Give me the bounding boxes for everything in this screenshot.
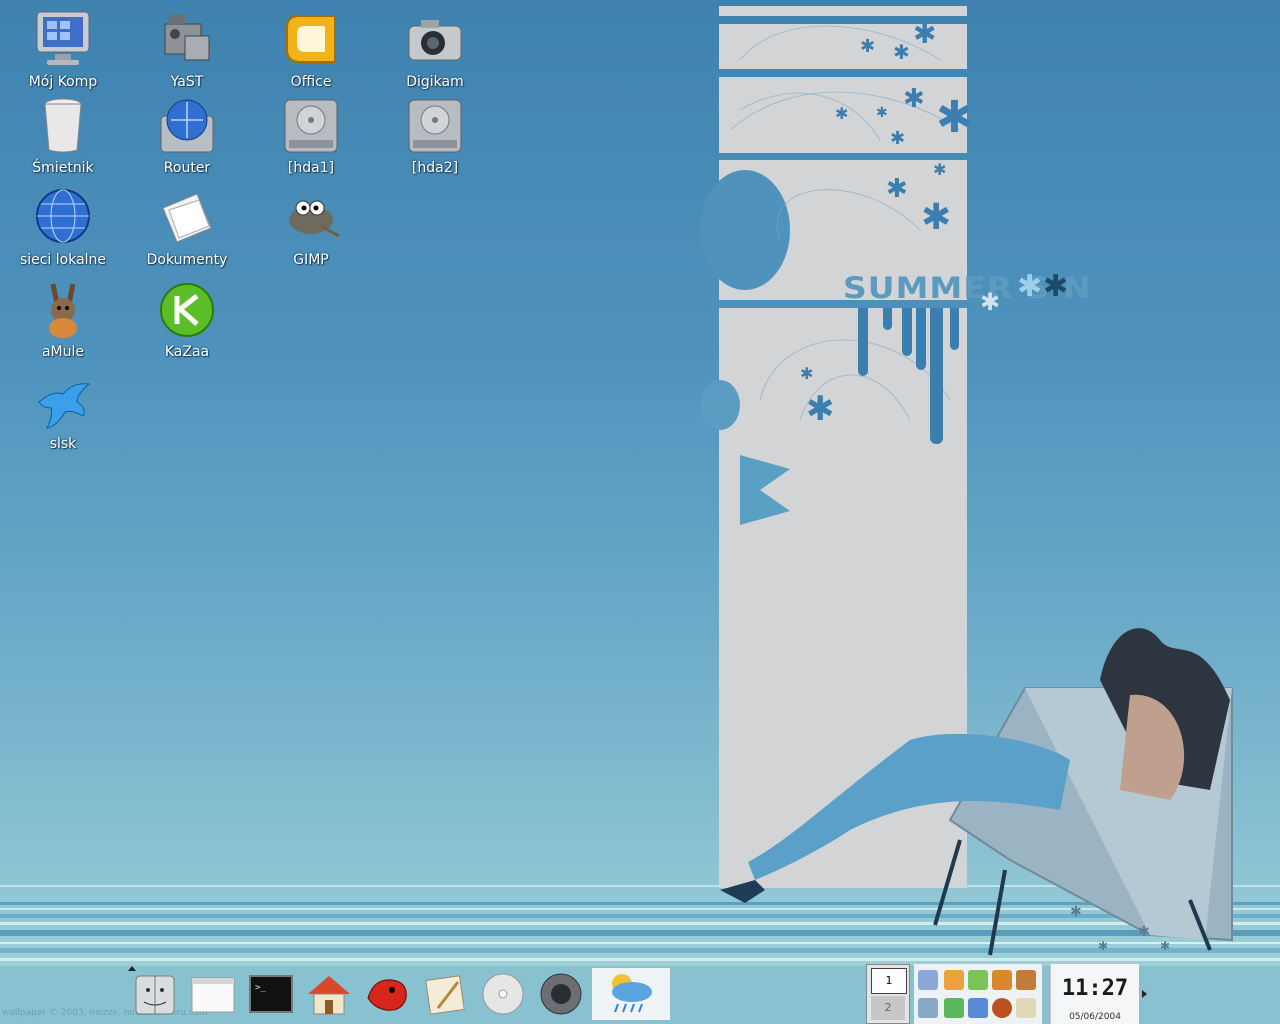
desktop-icon-label: YaST xyxy=(170,74,204,90)
launcher-terminal[interactable]: >_ xyxy=(246,968,296,1020)
launcher-speaker[interactable] xyxy=(536,968,586,1020)
desktop-icon-label: Dokumenty xyxy=(146,252,228,268)
amule-tray-icon[interactable] xyxy=(1016,970,1036,990)
pager-desktop-1[interactable]: 1 xyxy=(871,968,907,994)
clock-time: 11:27 xyxy=(1061,976,1129,1001)
desktop-icon-label: Śmietnik xyxy=(32,160,94,176)
desktop-icon-label: aMule xyxy=(41,344,85,360)
desktop-icon-my-computer[interactable]: Mój Komp xyxy=(8,8,118,94)
desktop-icon-label: Mój Komp xyxy=(28,74,98,90)
desktop-icon-label: slsk xyxy=(49,436,77,452)
finder-icon xyxy=(135,975,175,1015)
camera-icon xyxy=(408,20,462,61)
snowflake: ✱ xyxy=(1098,939,1109,953)
desktop-icon-yast[interactable]: YaST xyxy=(132,8,242,94)
home-icon xyxy=(308,976,350,1015)
ball-icon[interactable] xyxy=(992,998,1012,1018)
soulseek-icon xyxy=(38,383,91,429)
window-icon xyxy=(191,977,235,1013)
system-tray xyxy=(914,964,1042,1024)
desktop-icon-amule[interactable]: aMule xyxy=(8,278,118,364)
speaker-icon xyxy=(540,973,582,1015)
weather-icon xyxy=(612,974,652,1013)
yast-icon xyxy=(164,14,210,61)
network-icon[interactable] xyxy=(918,970,938,990)
globe-icon xyxy=(36,189,90,243)
office-icon xyxy=(286,15,336,63)
snowflake: ✱ xyxy=(1138,924,1150,940)
desktop-icon-office[interactable]: Office xyxy=(256,8,366,94)
hard-drive-icon xyxy=(408,99,462,153)
lock-icon[interactable] xyxy=(944,970,964,990)
launcher-dragon[interactable] xyxy=(362,968,412,1020)
desktop-pager: 1 2 xyxy=(866,964,910,1024)
desktop-icon-label: sieci lokalne xyxy=(19,252,107,268)
pager-desktop-2[interactable]: 2 xyxy=(871,996,905,1020)
wallet-icon[interactable] xyxy=(992,970,1012,990)
notes-icon[interactable] xyxy=(1016,998,1036,1018)
clock-applet[interactable]: 11:27 05/06/2004 xyxy=(1050,964,1139,1024)
desktop-icon-hda1[interactable]: [hda1] xyxy=(256,94,366,180)
hard-drive-icon xyxy=(284,99,338,153)
launcher-window[interactable] xyxy=(188,968,238,1020)
launcher-home[interactable] xyxy=(304,968,354,1020)
desktop-icon-documents[interactable]: Dokumenty xyxy=(132,186,242,272)
weather-applet[interactable] xyxy=(592,968,670,1020)
gimp-icon xyxy=(289,200,340,238)
documents-icon xyxy=(162,193,212,243)
desktop-icon-label: GIMP xyxy=(293,252,329,268)
snowflake: ✱ xyxy=(1160,939,1171,953)
clipboard-icon[interactable] xyxy=(968,970,988,990)
desktop-icon-gimp[interactable]: GIMP xyxy=(256,186,366,272)
desktop-icon-label: Digikam xyxy=(406,74,464,90)
kazaa-icon xyxy=(160,283,214,337)
desktop-icon-label: [hda2] xyxy=(411,160,459,176)
desktop-icon-label: KaZaa xyxy=(164,344,210,360)
launcher-paint[interactable] xyxy=(420,968,470,1020)
clock-date: 05/06/2004 xyxy=(1069,1012,1121,1022)
launcher-cd[interactable] xyxy=(478,968,528,1020)
desktop-icon-label: Office xyxy=(290,74,332,90)
users-icon[interactable] xyxy=(968,998,988,1018)
dragon-icon xyxy=(367,979,407,1011)
svg-text:>_: >_ xyxy=(255,983,266,993)
desktop-icon-digikam[interactable]: Digikam xyxy=(380,8,490,94)
desktop-icon-kazaa[interactable]: KaZaa xyxy=(132,278,242,364)
volume-icon[interactable] xyxy=(918,998,938,1018)
terminal-icon: >_ xyxy=(249,975,293,1013)
panel-expand-arrow-icon[interactable] xyxy=(1142,990,1147,998)
update-icon[interactable] xyxy=(944,998,964,1018)
desktop-icon-slsk[interactable]: slsk xyxy=(8,370,118,456)
paint-icon xyxy=(425,975,465,1015)
network-drive-icon xyxy=(160,99,214,153)
amule-icon xyxy=(49,283,77,338)
desktop-icon-hda2[interactable]: [hda2] xyxy=(380,94,490,180)
launcher-finder[interactable] xyxy=(130,968,180,1020)
snowflake: ✱ xyxy=(1070,904,1082,920)
desktop-icon-label: Router xyxy=(163,160,211,176)
cd-icon xyxy=(482,973,524,1015)
desktop-icon-label: [hda1] xyxy=(287,160,335,176)
trash-icon xyxy=(44,98,82,153)
desktop-icon-trash[interactable]: Śmietnik xyxy=(8,94,118,180)
computer-monitor-icon xyxy=(36,11,90,65)
desktop-icon-router[interactable]: Router xyxy=(132,94,242,180)
desktop-icon-local-networks[interactable]: sieci lokalne xyxy=(8,186,118,272)
